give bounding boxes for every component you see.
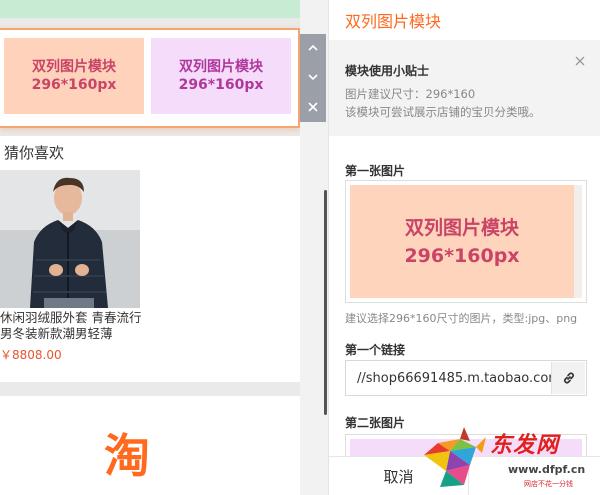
tips-line-size: 图片建议尺寸：296*160 — [345, 87, 476, 101]
first-image-title: 双列图片模块 — [404, 216, 519, 239]
module-divider — [0, 18, 300, 28]
first-image-upload[interactable]: 双列图片模块 296*160px — [345, 180, 587, 303]
first-link-input[interactable] — [347, 362, 551, 394]
watermark-slogan: 网店不花一分钱 — [524, 480, 573, 488]
product-name[interactable]: 休闲羽绒服外套 青春流行男冬装新款潮男轻薄 — [0, 310, 150, 342]
mobile-preview: 双列图片模块 296*160px 双列图片模块 296*160px 猜你喜欢 休… — [0, 0, 300, 495]
move-up-button[interactable] — [307, 39, 319, 58]
close-icon — [308, 102, 318, 112]
tile-1-size: 296*160px — [31, 77, 117, 93]
watermark-brand: 东发网 — [490, 433, 560, 458]
delete-module-button[interactable] — [307, 98, 319, 117]
link-picker-button[interactable] — [551, 362, 585, 394]
settings-panel: 双列图片模块 模块使用小贴士 图片建议尺寸：296*160 该模块可尝试展示店铺… — [328, 0, 600, 495]
product-price: ￥8808.00 — [0, 348, 62, 362]
link-icon — [563, 372, 574, 384]
taobao-logo: 淘 — [104, 429, 150, 483]
preview-scrollbar-thumb[interactable] — [324, 190, 327, 415]
image-tile-1[interactable]: 双列图片模块 296*160px — [4, 38, 144, 114]
first-link-field — [345, 360, 587, 396]
section-title: 猜你喜欢 — [4, 144, 65, 162]
chevron-down-icon — [308, 74, 318, 81]
module-control-bar — [300, 34, 326, 122]
product-photo-icon — [0, 170, 140, 308]
first-image-preview: 双列图片模块 296*160px — [350, 185, 582, 298]
bull-logo-icon — [424, 427, 486, 487]
tips-title: 模块使用小贴士 — [345, 64, 430, 78]
tile-2-size: 296*160px — [178, 77, 264, 93]
tile-2-title: 双列图片模块 — [179, 59, 263, 75]
guess-you-like-section[interactable]: 猜你喜欢 休闲羽绒服外套 青春流行男冬装新款潮男轻薄 ￥8808.00 — [0, 136, 300, 382]
watermark-url: www.dfpf.cn — [508, 463, 586, 476]
logo-module[interactable]: 淘 — [0, 396, 300, 495]
product-image[interactable] — [0, 170, 140, 308]
panel-title: 双列图片模块 — [345, 12, 442, 31]
tips-line-usage: 该模块可尝试展示店铺的宝贝分类哦。 — [345, 105, 541, 119]
second-image-label: 第二张图片 — [345, 416, 406, 430]
image-hint: 建议选择296*160尺寸的图片，类型:jpg、png — [345, 312, 578, 325]
close-icon[interactable] — [573, 54, 587, 68]
image-tile-2[interactable]: 双列图片模块 296*160px — [151, 38, 291, 114]
move-down-button[interactable] — [307, 68, 319, 87]
chevron-up-icon — [308, 45, 318, 51]
tips-box: 模块使用小贴士 图片建议尺寸：296*160 该模块可尝试展示店铺的宝贝分类哦。 — [329, 40, 600, 136]
first-link-label: 第一个链接 — [345, 343, 406, 357]
first-image-label: 第一张图片 — [345, 164, 406, 178]
module-editor: 双列图片模块 296*160px 双列图片模块 296*160px 猜你喜欢 休… — [0, 0, 600, 495]
module-divider-2 — [0, 382, 300, 396]
tile-1-title: 双列图片模块 — [32, 59, 116, 75]
site-watermark: 东发网 www.dfpf.cn 网店不花一分钱 — [420, 425, 600, 495]
first-image-size: 296*160px — [404, 244, 520, 267]
previous-module-strip[interactable] — [0, 0, 300, 18]
dual-image-module-preview[interactable]: 双列图片模块 296*160px 双列图片模块 296*160px — [0, 28, 300, 128]
